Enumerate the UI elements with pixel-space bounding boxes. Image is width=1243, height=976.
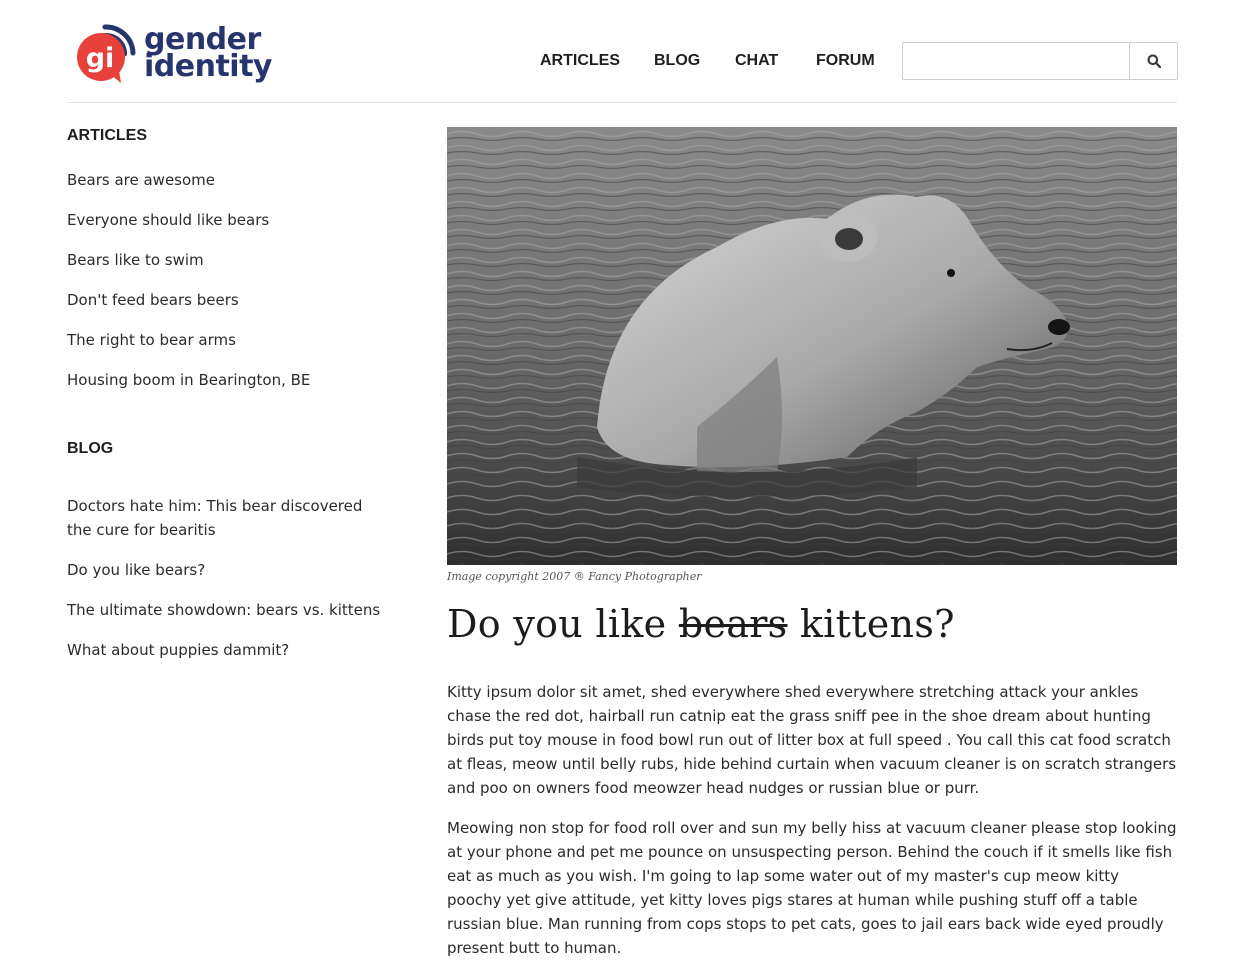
- sidebar-articles-heading: ARTICLES: [67, 127, 147, 144]
- article-body: Kitty ipsum dolor sit amet, shed everywh…: [447, 680, 1177, 960]
- sidebar-blog-list: Doctors hate him: This bear discovered t…: [67, 494, 387, 662]
- article-paragraph: Meowing non stop for food roll over and …: [447, 819, 1177, 957]
- sidebar-article-link[interactable]: Housing boom in Bearington, BE: [67, 368, 397, 392]
- search-button[interactable]: [1129, 43, 1177, 79]
- article-paragraph: Kitty ipsum dolor sit amet, shed everywh…: [447, 683, 1177, 797]
- title-before: Do you like: [447, 602, 679, 646]
- nav-blog[interactable]: BLOG: [654, 52, 700, 70]
- sidebar: ARTICLES Bears are awesome Everyone shou…: [67, 127, 397, 659]
- logo-line-2: identity: [144, 49, 272, 84]
- nav-chat[interactable]: CHAT: [735, 52, 778, 70]
- site-logo[interactable]: gi gender identity: [75, 23, 272, 85]
- search-input[interactable]: [903, 43, 1125, 79]
- article: Image copyright 2007 ® Fancy Photographe…: [447, 127, 1177, 976]
- sidebar-articles-section: ARTICLES Bears are awesome Everyone shou…: [67, 127, 397, 392]
- image-caption: Image copyright 2007 ® Fancy Photographe…: [447, 570, 702, 583]
- logo-mark-text: gi: [86, 43, 115, 74]
- logo-wordmark: gender identity: [144, 25, 272, 84]
- article-title: Do you like bears kittens?: [447, 602, 1177, 646]
- logo-mark-icon: gi: [77, 24, 136, 83]
- sidebar-blog-section: BLOG Doctors hate him: This bear discove…: [67, 440, 387, 678]
- sidebar-article-link[interactable]: Everyone should like bears: [67, 208, 397, 232]
- sidebar-blog-heading: BLOG: [67, 440, 114, 457]
- sidebar-article-link[interactable]: Don't feed bears beers: [67, 288, 397, 312]
- sidebar-article-link[interactable]: The right to bear arms: [67, 328, 397, 352]
- sidebar-article-link[interactable]: Bears are awesome: [67, 168, 397, 192]
- title-after: kittens?: [787, 602, 955, 646]
- nav-forum[interactable]: FORUM: [816, 52, 875, 70]
- sidebar-article-link[interactable]: Bears like to swim: [67, 248, 397, 272]
- nav-articles[interactable]: ARTICLES: [540, 52, 620, 70]
- sidebar-blog-link[interactable]: The ultimate showdown: bears vs. kittens: [67, 598, 387, 622]
- title-struck-word: bears: [678, 602, 788, 646]
- sidebar-blog-link[interactable]: Do you like bears?: [67, 558, 387, 582]
- sidebar-articles-list: Bears are awesome Everyone should like b…: [67, 168, 397, 392]
- search-icon: [1147, 54, 1161, 68]
- site-header: gi gender identity ARTICLES BLOG CHAT FO…: [67, 0, 1178, 103]
- search-box: [902, 42, 1178, 80]
- sidebar-blog-link[interactable]: What about puppies dammit?: [67, 638, 387, 662]
- sidebar-blog-link[interactable]: Doctors hate him: This bear discovered t…: [67, 494, 387, 542]
- hero-bear-image: [447, 127, 1177, 565]
